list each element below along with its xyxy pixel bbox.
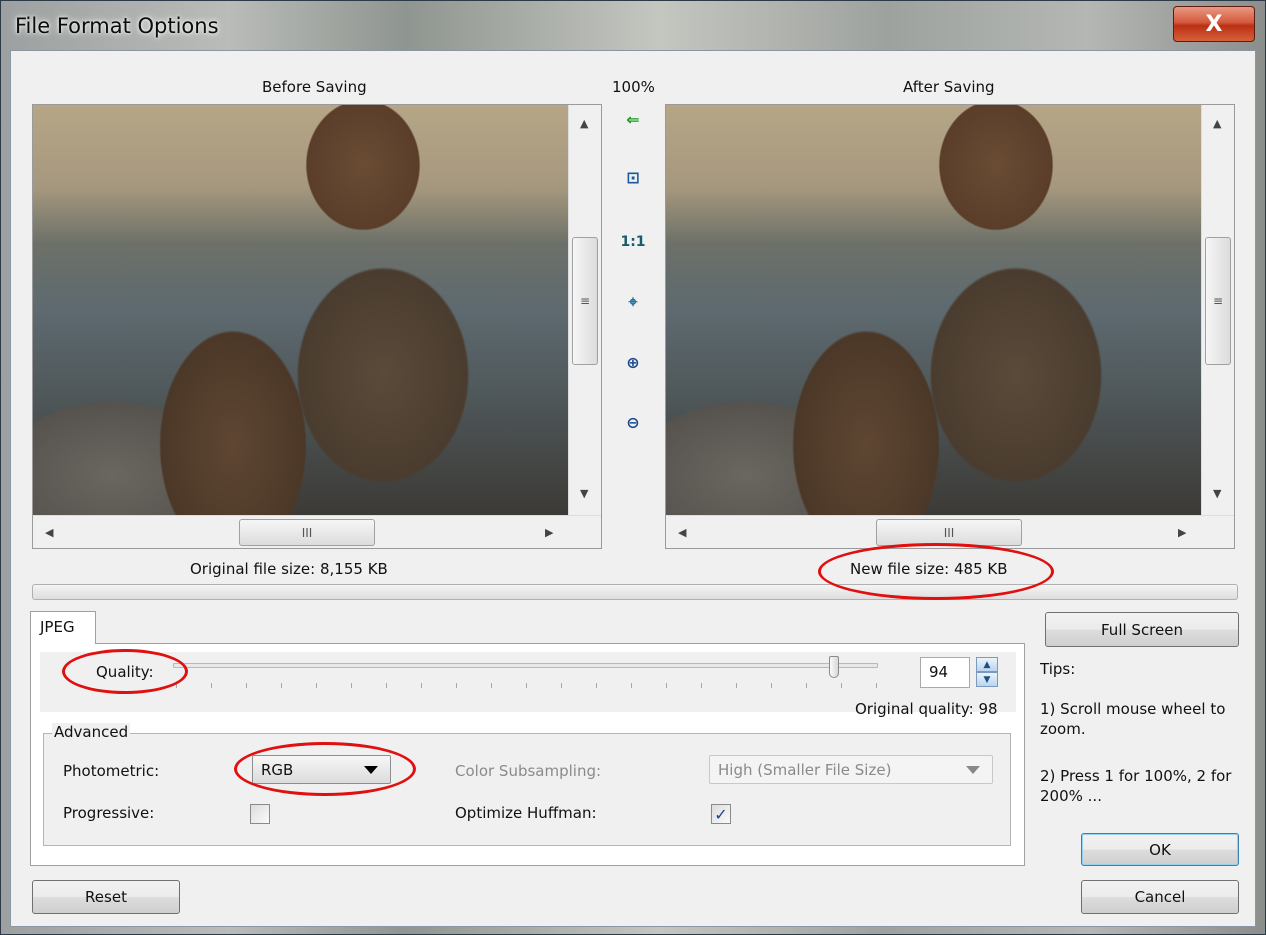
before-preview-panel[interactable]: ▲ ≡ ▼ ◀ III ▶ [32,104,602,549]
slider-tick [561,683,562,688]
cancel-button[interactable]: Cancel [1081,880,1239,914]
slider-tick [421,683,422,688]
slider-tick [456,683,457,688]
scroll-left-icon[interactable]: ◀ [45,526,53,539]
slider-tick [701,683,702,688]
before-vscroll-thumb[interactable]: ≡ [572,237,598,365]
grip-icon: III [301,525,313,540]
photometric-label: Photometric: [63,762,160,780]
slider-tick [771,683,772,688]
quality-slider-track[interactable] [173,663,878,668]
slider-tick [386,683,387,688]
tip-1: 1) Scroll mouse wheel to zoom. [1040,700,1226,738]
zoom-out-icon[interactable]: ⊖ [621,410,645,434]
optimize-huffman-label: Optimize Huffman: [455,804,597,822]
slider-tick [631,683,632,688]
after-hscroll-thumb[interactable]: III [876,519,1022,546]
reset-button[interactable]: Reset [32,880,180,914]
color-subsampling-label: Color Subsampling: [455,762,602,780]
after-preview-panel[interactable]: ▲ ≡ ▼ ◀ III ▶ [665,104,1235,549]
after-vertical-scrollbar[interactable]: ▲ ≡ ▼ [1201,105,1234,515]
dropdown-arrow-icon [966,766,980,774]
before-hscroll-thumb[interactable]: III [239,519,375,546]
slider-tick [281,683,282,688]
after-vscroll-thumb[interactable]: ≡ [1205,237,1231,365]
progressive-label: Progressive: [63,804,155,822]
scroll-left-icon[interactable]: ◀ [678,526,686,539]
annotation-circle-photometric [234,742,416,796]
before-vertical-scrollbar[interactable]: ▲ ≡ ▼ [568,105,601,515]
optimize-huffman-checkbox[interactable]: ✓ [711,804,731,824]
fit-center-icon[interactable]: ⌖ [621,290,645,314]
slider-tick [736,683,737,688]
scroll-down-icon[interactable]: ▼ [1213,487,1221,500]
grip-icon: ≡ [579,294,591,308]
slider-tick [351,683,352,688]
quality-spinner[interactable]: ▲ ▼ [976,657,998,688]
grip-icon: III [943,525,955,540]
annotation-circle-quality [62,649,188,694]
quality-value-input[interactable]: 94 [920,657,970,688]
scroll-up-icon[interactable]: ▲ [580,117,588,130]
back-arrow-icon[interactable]: ⇐ [621,107,645,131]
spin-up-icon[interactable]: ▲ [976,657,998,672]
spin-down-icon[interactable]: ▼ [976,672,998,687]
slider-tick [491,683,492,688]
close-button[interactable]: X [1173,6,1255,42]
scroll-right-icon[interactable]: ▶ [1178,526,1186,539]
grip-icon: ≡ [1212,294,1224,308]
after-saving-label: After Saving [903,78,995,96]
tips-title: Tips: [1040,660,1076,678]
after-preview-image[interactable] [666,105,1202,515]
ok-button[interactable]: OK [1081,833,1239,866]
full-screen-button[interactable]: Full Screen [1045,612,1239,647]
fit-window-icon[interactable]: ⊡ [621,165,645,189]
slider-tick [246,683,247,688]
advanced-title: Advanced [52,723,131,741]
original-file-size: Original file size: 8,155 KB [190,560,388,578]
scroll-up-icon[interactable]: ▲ [1213,117,1221,130]
before-saving-label: Before Saving [262,78,367,96]
slider-tick [211,683,212,688]
zoom-level-label: 100% [612,78,655,96]
zoom-in-icon[interactable]: ⊕ [621,350,645,374]
slider-tick [806,683,807,688]
color-subsampling-value: High (Smaller File Size) [718,761,892,779]
splitter-bar[interactable] [32,584,1238,600]
slider-tick [316,683,317,688]
annotation-circle-file-size [818,543,1054,600]
slider-tick [596,683,597,688]
before-horizontal-scrollbar[interactable]: ◀ III ▶ [33,515,601,548]
slider-tick [841,683,842,688]
scroll-down-icon[interactable]: ▼ [580,487,588,500]
slider-tick [666,683,667,688]
slider-tick [526,683,527,688]
before-preview-image[interactable] [33,105,569,515]
scroll-right-icon[interactable]: ▶ [545,526,553,539]
original-quality: Original quality: 98 [855,700,998,718]
slider-tick [876,683,877,688]
tip-2: 2) Press 1 for 100%, 2 for 200% ... [1040,767,1232,805]
title-bar[interactable]: File Format Options X [1,1,1265,51]
quality-slider-thumb[interactable] [829,656,839,678]
color-subsampling-select: High (Smaller File Size) [709,755,993,784]
tab-jpeg[interactable]: JPEG [30,611,96,644]
advanced-group [43,733,1011,846]
actual-size-icon[interactable]: 1:1 [620,230,645,254]
progressive-checkbox[interactable] [250,804,270,824]
window-title: File Format Options [15,14,219,38]
